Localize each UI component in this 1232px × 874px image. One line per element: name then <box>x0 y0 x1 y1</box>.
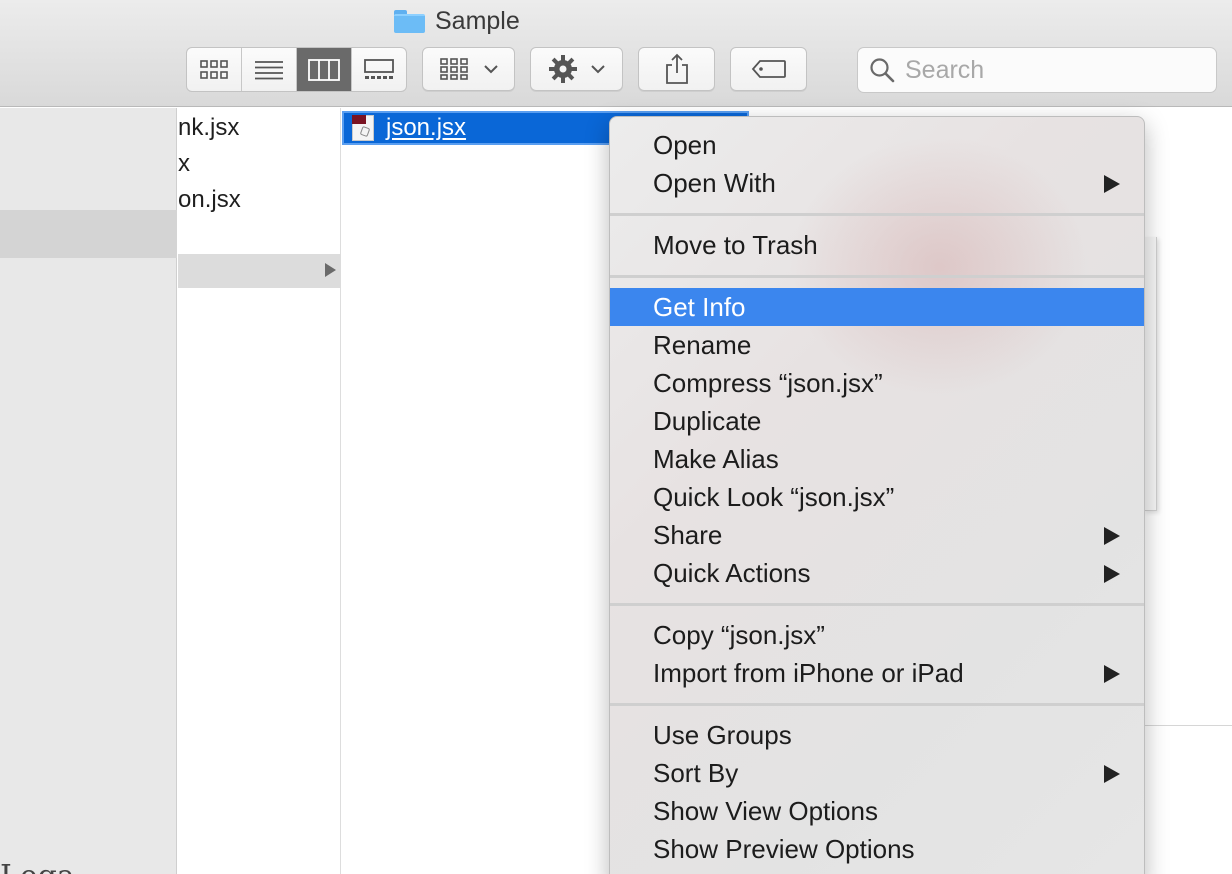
submenu-arrow-icon <box>1104 565 1120 583</box>
sidebar-selected-item[interactable] <box>0 210 177 258</box>
file-item-label: on.jsx <box>178 186 241 213</box>
group-grid-icon <box>439 58 468 80</box>
window-title: Sample <box>394 6 520 36</box>
menu-item-open-with[interactable]: Open With <box>610 164 1144 202</box>
folder-item-selected[interactable] <box>178 254 341 288</box>
menu-item-label: Make Alias <box>653 443 779 474</box>
search-placeholder: Search <box>905 55 985 84</box>
menu-item-label: Import from iPhone or iPad <box>653 657 964 688</box>
menu-item-import-from-iphone[interactable]: Import from iPhone or iPad <box>610 654 1144 692</box>
column-view-button[interactable] <box>297 48 352 91</box>
menu-item-label: Move to Trash <box>653 229 818 260</box>
menu-item-get-info[interactable]: Get Info <box>610 288 1144 326</box>
menu-item-compress[interactable]: Compress “json.jsx” <box>610 364 1144 402</box>
icon-view-button[interactable] <box>187 48 242 91</box>
share-icon <box>665 53 688 84</box>
submenu-arrow-icon <box>1104 665 1120 683</box>
menu-item-label: Get Info <box>653 291 746 322</box>
menu-item-use-groups[interactable]: Use Groups <box>610 716 1144 754</box>
chevron-down-icon <box>483 65 498 74</box>
view-mode-segmented-control <box>186 47 407 92</box>
preview-panel-edge <box>1144 237 1157 511</box>
menu-separator <box>610 603 1144 606</box>
file-item-label: nk.jsx <box>178 114 240 141</box>
browser-column-1: nk.jsx x on.jsx <box>178 108 341 874</box>
submenu-arrow-icon <box>1104 527 1120 545</box>
menu-item-label: Share <box>653 519 723 550</box>
menu-item-label: Use Groups <box>653 719 792 750</box>
file-item-label: x <box>178 150 190 177</box>
menu-item-open[interactable]: Open <box>610 126 1144 164</box>
menu-item-label: Compress “json.jsx” <box>653 367 883 398</box>
context-menu: Open Open With Move to Trash Get Info Re… <box>609 116 1145 874</box>
sidebar <box>0 108 177 874</box>
menu-item-share[interactable]: Share <box>610 516 1144 554</box>
submenu-arrow-icon <box>1104 765 1120 783</box>
background-window-text: Lega <box>0 862 75 874</box>
menu-item-rename[interactable]: Rename <box>610 326 1144 364</box>
group-by-button[interactable] <box>422 47 515 91</box>
action-menu-button[interactable] <box>530 47 623 91</box>
divider <box>1144 725 1232 726</box>
search-field[interactable]: Search <box>857 47 1217 93</box>
disclosure-arrow-icon <box>325 263 336 277</box>
menu-item-label: Show Preview Options <box>653 833 915 864</box>
menu-item-label: Open <box>653 129 717 160</box>
menu-item-sort-by[interactable]: Sort By <box>610 754 1144 792</box>
menu-item-label: Show View Options <box>653 795 878 826</box>
menu-item-label: Rename <box>653 329 752 360</box>
list-view-button[interactable] <box>242 48 297 91</box>
file-item[interactable]: on.jsx <box>178 182 241 218</box>
menu-item-duplicate[interactable]: Duplicate <box>610 402 1144 440</box>
file-item[interactable]: x <box>178 146 190 182</box>
jsx-file-icon <box>352 115 374 141</box>
selected-file-name: json.jsx <box>386 114 467 141</box>
gallery-view-button[interactable] <box>352 48 406 91</box>
menu-item-label: Quick Look “json.jsx” <box>653 481 895 512</box>
menu-item-move-to-trash[interactable]: Move to Trash <box>610 226 1144 264</box>
menu-item-label: Sort By <box>653 757 739 788</box>
menu-item-quick-actions[interactable]: Quick Actions <box>610 554 1144 592</box>
menu-item-label: Copy “json.jsx” <box>653 619 825 650</box>
column-view-icon <box>308 58 340 81</box>
menu-item-label: Quick Actions <box>653 557 811 588</box>
menu-item-copy[interactable]: Copy “json.jsx” <box>610 616 1144 654</box>
share-button[interactable] <box>638 47 715 91</box>
gear-icon <box>548 55 577 83</box>
list-view-icon <box>255 60 283 79</box>
search-icon <box>870 58 895 83</box>
menu-separator <box>610 275 1144 278</box>
menu-item-quick-look[interactable]: Quick Look “json.jsx” <box>610 478 1144 516</box>
tag-icon <box>751 60 786 78</box>
gallery-view-icon <box>364 58 394 79</box>
window-title-text: Sample <box>435 6 520 35</box>
folder-icon <box>394 9 425 33</box>
chevron-down-icon <box>590 65 605 74</box>
file-item[interactable]: nk.jsx <box>178 110 239 146</box>
menu-item-show-preview-options[interactable]: Show Preview Options <box>610 830 1144 868</box>
menu-separator <box>610 703 1144 706</box>
submenu-arrow-icon <box>1104 175 1120 193</box>
finder-toolbar: Sample Search <box>0 0 1232 107</box>
menu-item-label: Open With <box>653 167 776 198</box>
menu-item-show-view-options[interactable]: Show View Options <box>610 792 1144 830</box>
edit-tags-button[interactable] <box>730 47 807 91</box>
icon-view-icon <box>200 59 228 79</box>
menu-separator <box>610 213 1144 216</box>
menu-item-label: Duplicate <box>653 405 762 436</box>
menu-item-make-alias[interactable]: Make Alias <box>610 440 1144 478</box>
